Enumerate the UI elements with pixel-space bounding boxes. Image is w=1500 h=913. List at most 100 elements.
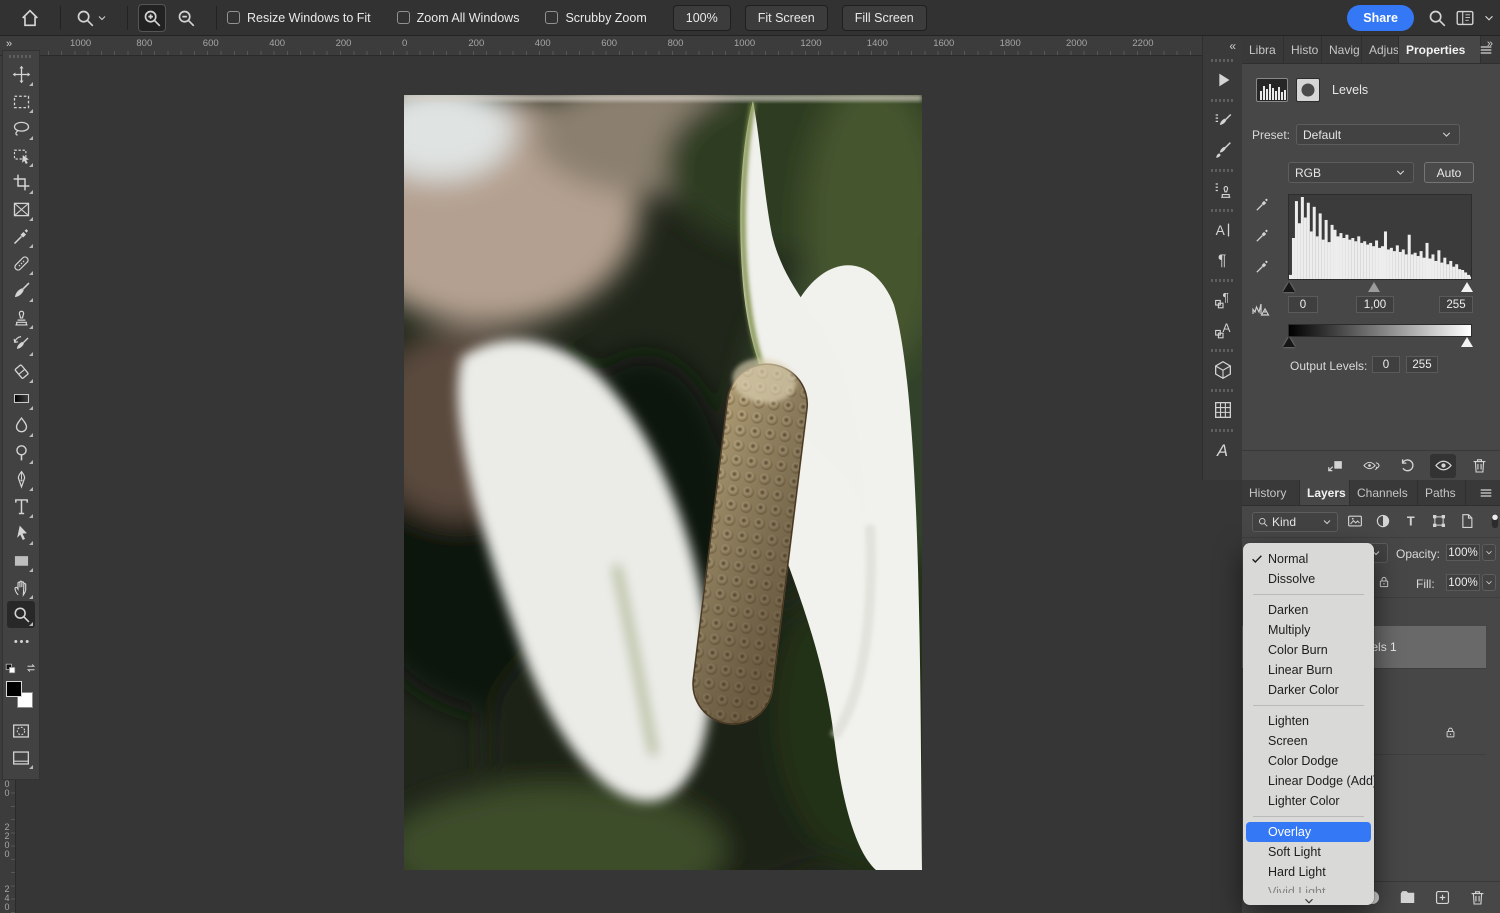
tab-history[interactable]: History [1242, 480, 1300, 505]
panel-grip[interactable] [1211, 209, 1235, 212]
home-button[interactable] [16, 4, 44, 32]
filter-shape-layers[interactable] [1428, 510, 1450, 532]
share-button[interactable]: Share [1347, 5, 1414, 31]
foreground-color-swatch[interactable] [6, 681, 22, 697]
object-selection-tool[interactable] [7, 142, 35, 169]
panel-grip[interactable] [1211, 99, 1235, 102]
threed-panel-button[interactable] [1208, 356, 1238, 384]
panel-grip[interactable] [1211, 169, 1235, 172]
blend-mode-color-burn[interactable]: Color Burn [1246, 640, 1371, 660]
filter-image-layers[interactable] [1344, 510, 1366, 532]
blur-tool[interactable] [7, 412, 35, 439]
crop-tool[interactable] [7, 169, 35, 196]
brush-tool[interactable] [7, 277, 35, 304]
filter-smart-objects[interactable] [1456, 510, 1478, 532]
panel-grip[interactable] [1211, 429, 1235, 432]
marquee-tool[interactable] [7, 88, 35, 115]
filter-type-select[interactable]: Kind [1252, 512, 1338, 532]
blend-mode-vivid-light[interactable]: Vivid Light [1246, 882, 1371, 893]
brushes-panel-button[interactable] [1208, 136, 1238, 164]
panel-grip[interactable] [9, 55, 33, 58]
resize-windows-to-fit-checkbox-box[interactable] [227, 11, 240, 24]
collapse-panels-icon[interactable]: « [1229, 39, 1234, 53]
clip-to-layer-button[interactable] [1322, 454, 1348, 478]
zoom-out-button[interactable] [172, 4, 200, 32]
input-white-field[interactable]: 255 [1439, 296, 1473, 313]
blend-mode-dissolve[interactable]: Dissolve [1246, 569, 1371, 589]
panel-grip[interactable] [1211, 59, 1235, 62]
output-white-slider[interactable] [1461, 337, 1473, 347]
quick-mask-button[interactable] [7, 717, 35, 744]
filter-toggle[interactable] [1484, 510, 1500, 532]
zoom-all-windows-checkbox-box[interactable] [397, 11, 410, 24]
tab-paths[interactable]: Paths [1418, 480, 1466, 505]
panel-grip[interactable] [1211, 349, 1235, 352]
type-tool[interactable] [7, 493, 35, 520]
auto-button[interactable]: Auto [1424, 162, 1474, 183]
input-gamma-field[interactable]: 1,00 [1356, 296, 1394, 313]
opacity-chevron[interactable] [1482, 544, 1496, 561]
current-tool-zoom[interactable] [71, 4, 111, 32]
eyedropper-tool[interactable] [7, 223, 35, 250]
output-black-field[interactable]: 0 [1372, 356, 1400, 373]
panel-grip[interactable] [1211, 389, 1235, 392]
fill-screen-button[interactable]: Fill Screen [842, 5, 927, 31]
clone-stamp-tool[interactable] [7, 304, 35, 331]
path-selection-tool[interactable] [7, 520, 35, 547]
brush-settings-panel-button[interactable] [1208, 106, 1238, 134]
default-colors-icon[interactable] [4, 662, 17, 675]
toolbar-expand-icon[interactable]: » [6, 38, 11, 50]
canvas-image[interactable] [404, 95, 922, 870]
dodge-tool[interactable] [7, 439, 35, 466]
blend-mode-linear-dodge-add-[interactable]: Linear Dodge (Add) [1246, 771, 1371, 791]
blend-mode-color-dodge[interactable]: Color Dodge [1246, 751, 1371, 771]
opacity-field[interactable]: 100% [1446, 544, 1480, 561]
input-black-slider[interactable] [1283, 282, 1295, 292]
panel-menu-icon[interactable] [1478, 485, 1494, 501]
more-tools[interactable] [7, 628, 35, 655]
zoom-percentage-button[interactable]: 100% [673, 5, 731, 31]
input-gamma-slider[interactable] [1368, 282, 1380, 292]
new-layer-button[interactable] [1429, 886, 1455, 910]
tab-histo[interactable]: Histo [1284, 36, 1322, 63]
blend-mode-soft-light[interactable]: Soft Light [1246, 842, 1371, 862]
histogram-warning-icon[interactable] [1252, 300, 1270, 317]
character-styles-panel-button[interactable] [1208, 316, 1238, 344]
eraser-tool[interactable] [7, 358, 35, 385]
tab-properties[interactable]: Properties [1399, 36, 1481, 63]
lasso-tool[interactable] [7, 115, 35, 142]
filter-adjustment-layers[interactable] [1372, 510, 1394, 532]
blend-mode-multiply[interactable]: Multiply [1246, 620, 1371, 640]
tab-adjus[interactable]: Adjus [1362, 36, 1399, 63]
blend-mode-lighten[interactable]: Lighten [1246, 711, 1371, 731]
blend-mode-hard-light[interactable]: Hard Light [1246, 862, 1371, 882]
pattern-preview-panel-button[interactable] [1208, 396, 1238, 424]
blend-mode-overlay[interactable]: Overlay [1246, 822, 1371, 842]
channel-select[interactable]: RGB [1288, 162, 1414, 183]
layer-mask-icon[interactable] [1296, 78, 1320, 102]
tab-navig[interactable]: Navig [1322, 36, 1362, 63]
fit-screen-button[interactable]: Fit Screen [745, 5, 828, 31]
glyphs-panel-button[interactable] [1208, 436, 1238, 464]
levels-histogram[interactable] [1288, 194, 1472, 280]
menu-scroll-down[interactable] [1243, 893, 1374, 905]
paragraph-panel-button[interactable] [1208, 246, 1238, 274]
input-black-field[interactable]: 0 [1288, 296, 1318, 313]
expand-panels-icon[interactable]: » [1487, 38, 1492, 50]
white-point-eyedropper-icon[interactable] [1254, 258, 1271, 275]
lock-all-icon[interactable] [1376, 574, 1392, 590]
character-panel-button[interactable] [1208, 216, 1238, 244]
rectangle-tool[interactable] [7, 547, 35, 574]
checkbox-resize-windows-to-fit[interactable]: Resize Windows to Fit [227, 11, 371, 25]
screen-mode-button[interactable] [7, 744, 35, 771]
blend-mode-linear-burn[interactable]: Linear Burn [1246, 660, 1371, 680]
blend-mode-darker-color[interactable]: Darker Color [1246, 680, 1371, 700]
preset-select[interactable]: Default [1296, 124, 1460, 145]
reset-adjustment-button[interactable] [1394, 454, 1420, 478]
tab-layers[interactable]: Layers [1300, 480, 1350, 505]
delete-layer-button[interactable] [1464, 886, 1490, 910]
blend-mode-normal[interactable]: Normal [1246, 549, 1371, 569]
history-brush-tool[interactable] [7, 331, 35, 358]
clone-source-panel-button[interactable] [1208, 176, 1238, 204]
delete-adjustment-button[interactable] [1466, 454, 1492, 478]
